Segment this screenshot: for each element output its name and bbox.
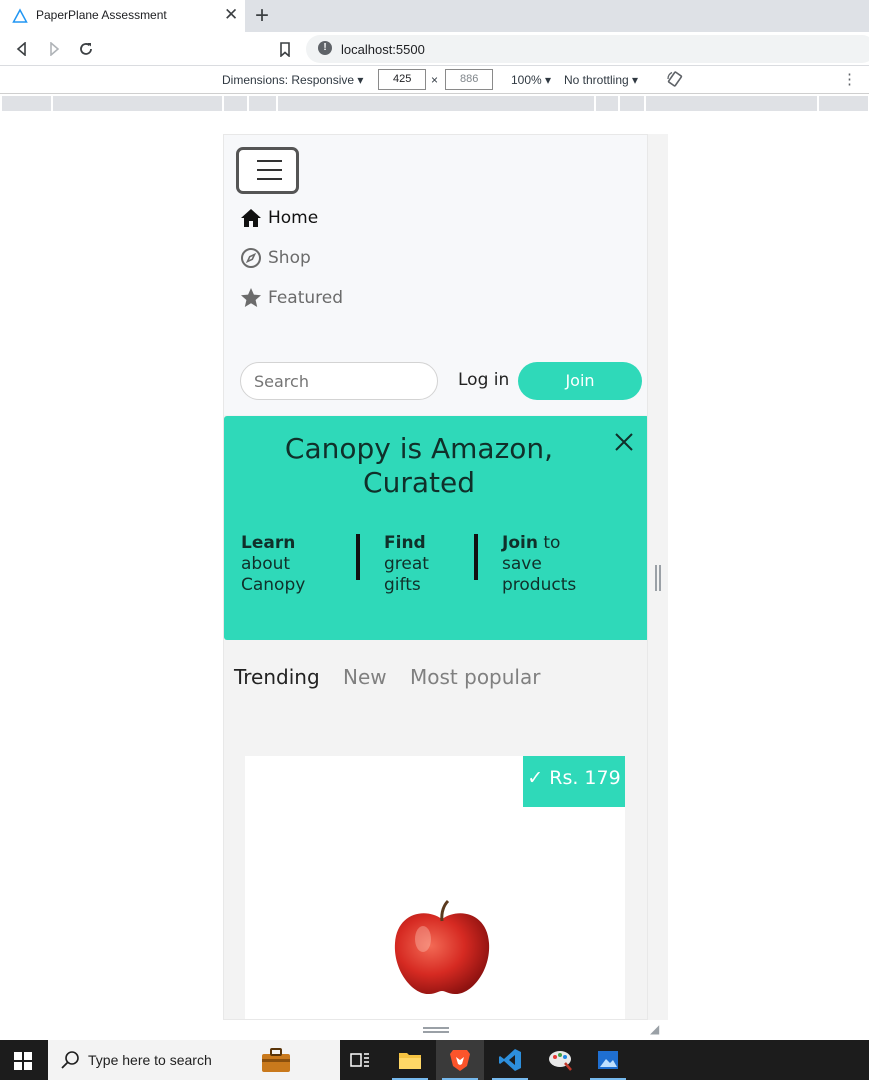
star-icon [240, 287, 262, 309]
compass-icon [240, 247, 262, 269]
browser-tab-bar: PaperPlane Assessment ✕ + [0, 0, 869, 32]
more-options-icon[interactable]: ⋮ [842, 70, 857, 88]
apple-product-image [394, 899, 490, 995]
url-text: localhost:5500 [341, 42, 425, 57]
join-button[interactable]: Join [518, 362, 642, 400]
rotate-icon[interactable] [666, 70, 684, 93]
resize-handle-right[interactable] [655, 565, 661, 591]
feature-join: Join to save products [502, 533, 602, 596]
tab-title: PaperPlane Assessment [36, 8, 167, 22]
tab-trending[interactable]: Trending [234, 665, 320, 689]
dimensions-select[interactable]: Dimensions: Responsive ▾ [222, 73, 363, 87]
nav-item-label: Shop [268, 248, 311, 268]
product-card[interactable]: ✓ Rs. 179 [245, 756, 625, 1019]
throttling-select[interactable]: No throttling ▾ [564, 73, 638, 87]
zoom-select[interactable]: 100% ▾ [511, 73, 551, 87]
nav-item-label: Home [268, 208, 319, 228]
resize-handle-corner[interactable]: ◢ [650, 1022, 659, 1036]
viewport-height-input[interactable]: 886 [445, 69, 493, 90]
resize-handle-bottom[interactable] [423, 1027, 449, 1033]
windows-start-icon[interactable] [14, 1052, 32, 1070]
hamburger-menu-button[interactable] [236, 147, 299, 194]
media-query-ruler[interactable] [2, 96, 868, 111]
product-tabs: Trending New Most popular [234, 665, 557, 689]
dimension-separator: × [431, 73, 439, 87]
feature-divider [356, 534, 360, 580]
forward-icon[interactable] [43, 38, 65, 60]
nav-item-shop[interactable]: Shop [240, 246, 311, 270]
tab-most-popular[interactable]: Most popular [410, 665, 540, 689]
home-icon [240, 207, 262, 229]
feature-text: great gifts [384, 554, 429, 595]
site-info-icon[interactable]: ! [318, 41, 332, 55]
back-icon[interactable] [11, 38, 33, 60]
windows-taskbar: Type here to search [0, 1040, 869, 1080]
paperplane-favicon-icon [12, 8, 28, 23]
vscode-icon[interactable] [486, 1040, 534, 1080]
briefcase-icon[interactable] [260, 1047, 292, 1073]
close-icon[interactable] [613, 431, 635, 453]
login-link[interactable]: Log in [458, 370, 509, 390]
nav-item-featured[interactable]: Featured [240, 286, 343, 310]
devtools-device-toolbar: Dimensions: Responsive ▾ 425 × 886 100% … [0, 66, 869, 94]
taskbar-search-box[interactable]: Type here to search [48, 1040, 340, 1080]
site-header: Home Shop Featured Log in Join [224, 135, 647, 415]
tab-new[interactable]: New [343, 665, 387, 689]
browser-tab[interactable]: PaperPlane Assessment ✕ [0, 0, 245, 32]
feature-find: Find great gifts [384, 533, 460, 596]
nav-item-label: Featured [268, 288, 344, 308]
feature-bold: Find [384, 533, 426, 553]
address-bar[interactable]: ! localhost:5500 [306, 35, 869, 63]
viewport-width-input[interactable]: 425 [378, 69, 426, 90]
taskbar-search-placeholder: Type here to search [88, 1052, 212, 1068]
feature-text: about Canopy [241, 554, 306, 595]
feature-bold: Join [502, 533, 538, 553]
task-view-icon[interactable] [336, 1040, 384, 1080]
feature-bold: Learn [241, 533, 296, 553]
tab-close-icon[interactable]: ✕ [224, 5, 238, 25]
new-tab-button[interactable]: + [255, 2, 269, 30]
feature-divider [474, 534, 478, 580]
banner-headline: Canopy is Amazon, Curated [284, 432, 554, 499]
emulated-viewport: Home Shop Featured Log in Join Canopy is… [223, 134, 648, 1020]
browser-toolbar: ! localhost:5500 [0, 32, 869, 66]
search-icon [61, 1051, 79, 1069]
price-badge: ✓ Rs. 179 [523, 756, 625, 807]
brave-browser-icon[interactable] [436, 1040, 484, 1080]
paint-icon[interactable] [536, 1040, 584, 1080]
reload-icon[interactable] [75, 38, 97, 60]
photos-icon[interactable] [584, 1040, 632, 1080]
feature-learn: Learn about Canopy [241, 533, 341, 596]
promo-banner: Canopy is Amazon, Curated Learn about Ca… [224, 416, 647, 640]
search-input[interactable] [240, 362, 438, 400]
bookmark-icon[interactable] [274, 38, 296, 60]
file-explorer-icon[interactable] [386, 1040, 434, 1080]
nav-item-home[interactable]: Home [240, 206, 318, 230]
